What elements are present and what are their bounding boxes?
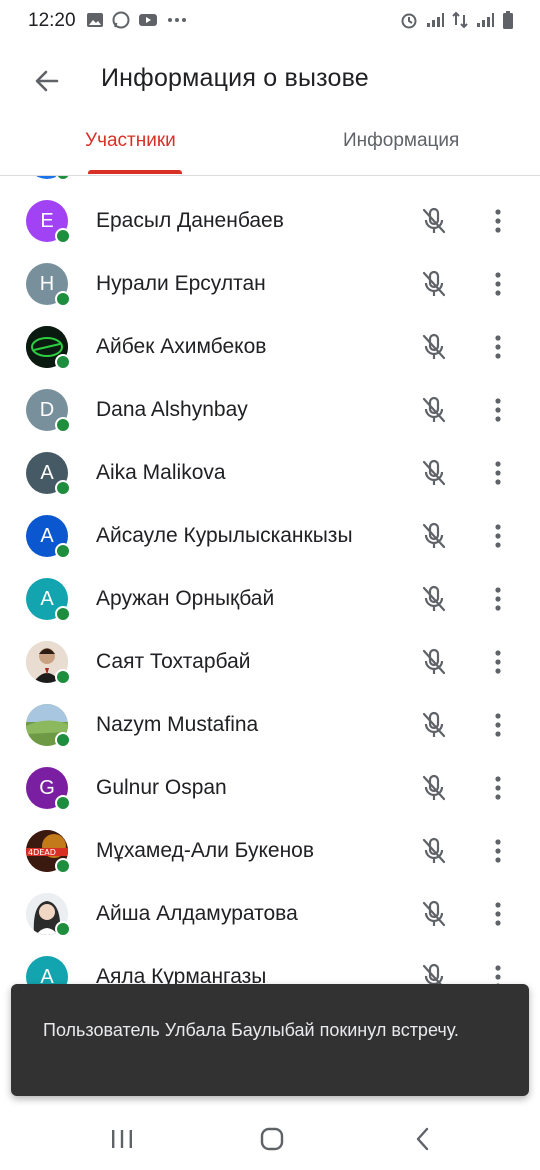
online-status-dot <box>55 176 71 181</box>
participant-name: Айсауле Курылысканкызы <box>96 524 353 547</box>
status-time: 12:20 <box>28 10 76 31</box>
back-arrow-icon[interactable] <box>32 66 62 96</box>
participant-row[interactable]: Айша Алдамуратова <box>0 893 540 956</box>
more-options-icon[interactable] <box>486 837 510 865</box>
signal-2-icon <box>477 13 494 27</box>
navigation-bar <box>0 1106 540 1170</box>
signal-icon <box>427 13 444 27</box>
page-title: Информация о вызове <box>101 64 369 92</box>
back-nav-icon[interactable] <box>408 1126 438 1152</box>
more-notifications-icon <box>168 18 186 22</box>
online-status-dot <box>55 669 71 685</box>
online-status-dot <box>55 921 71 937</box>
more-options-icon[interactable] <box>486 396 510 424</box>
active-tab-indicator <box>88 170 182 174</box>
participant-name: Aika Malikova <box>96 461 226 484</box>
participant-name: Gulnur Ospan <box>96 776 227 799</box>
participant-name: Nazym Mustafina <box>96 713 259 736</box>
mic-off-icon[interactable] <box>421 774 447 802</box>
mic-off-icon[interactable] <box>421 459 447 487</box>
online-status-dot <box>55 795 71 811</box>
app-bar: Информация о вызове <box>0 42 540 118</box>
online-status-dot <box>55 732 71 748</box>
participant-row[interactable]: Саят Тохтарбай <box>0 641 540 704</box>
participant-name: Ерасыл Даненбаев <box>96 209 284 232</box>
more-options-icon[interactable] <box>486 207 510 235</box>
online-status-dot <box>55 354 71 370</box>
more-options-icon[interactable] <box>486 585 510 613</box>
more-options-icon[interactable] <box>486 648 510 676</box>
mic-off-icon[interactable] <box>421 837 447 865</box>
participant-row[interactable]: Nazym Mustafina <box>0 704 540 767</box>
mic-off-icon[interactable] <box>421 585 447 613</box>
participant-name: Dana Alshynbay <box>96 398 248 421</box>
participant-name: Мұхамед-Али Букенов <box>96 839 315 862</box>
svg-text:4DEAD: 4DEAD <box>28 848 56 857</box>
participant-name: Саят Тохтарбай <box>96 650 251 673</box>
status-bar: 12:20 <box>0 0 540 42</box>
youtube-icon <box>139 14 157 26</box>
home-icon[interactable] <box>257 1126 287 1152</box>
mic-off-icon[interactable] <box>421 900 447 928</box>
participant-name: Айша Алдамуратова <box>96 902 298 925</box>
online-status-dot <box>55 858 71 874</box>
participant-row[interactable]: А Аружан Орнықбай <box>0 578 540 641</box>
more-options-icon[interactable] <box>486 774 510 802</box>
alarm-icon <box>401 13 417 29</box>
snackbar-message: Пользователь Улбала Баулыбай покинул вст… <box>43 1020 459 1040</box>
system-icons <box>400 11 514 29</box>
mic-off-icon[interactable] <box>421 207 447 235</box>
participant-name: Нурали Ерсултан <box>96 272 266 295</box>
tab-participants[interactable]: Участники <box>85 130 176 152</box>
more-options-icon[interactable] <box>486 459 510 487</box>
more-options-icon[interactable] <box>486 711 510 739</box>
recent-apps-icon[interactable] <box>107 1126 137 1152</box>
online-status-dot <box>55 228 71 244</box>
online-status-dot <box>55 543 71 559</box>
more-options-icon[interactable] <box>486 270 510 298</box>
mic-off-icon[interactable] <box>421 522 447 550</box>
battery-icon <box>503 11 513 29</box>
snackbar: Пользователь Улбала Баулыбай покинул вст… <box>11 984 529 1096</box>
participant-name: Аружан Орнықбай <box>96 587 275 610</box>
participant-row[interactable]: G Gulnur Ospan <box>0 767 540 830</box>
gallery-icon <box>87 13 103 27</box>
notification-icons <box>86 11 188 29</box>
participant-row[interactable]: D Dana Alshynbay <box>0 389 540 452</box>
online-status-dot <box>55 291 71 307</box>
participant-row[interactable]: Айбек Ахимбеков <box>0 326 540 389</box>
participant-row[interactable]: A Aika Malikova <box>0 452 540 515</box>
more-options-icon[interactable] <box>486 333 510 361</box>
mic-off-icon[interactable] <box>421 270 447 298</box>
mic-off-icon[interactable] <box>421 711 447 739</box>
mic-off-icon[interactable] <box>421 333 447 361</box>
participant-name: Айбек Ахимбеков <box>96 335 267 358</box>
tab-information[interactable]: Информация <box>343 130 459 152</box>
participant-row[interactable] <box>0 176 540 200</box>
participant-row[interactable]: Е Ерасыл Даненбаев <box>0 200 540 263</box>
mic-off-icon[interactable] <box>421 648 447 676</box>
more-options-icon[interactable] <box>486 522 510 550</box>
online-status-dot <box>55 606 71 622</box>
participant-row[interactable]: Н Нурали Ерсултан <box>0 263 540 326</box>
online-status-dot <box>55 480 71 496</box>
tab-bar: Участники Информация <box>0 118 540 176</box>
participant-list[interactable]: Е Ерасыл Даненбаев Н Нурали Ерсултан Айбек А… <box>0 176 540 1106</box>
online-status-dot <box>55 417 71 433</box>
participant-row[interactable]: А Айсауле Курылысканкызы <box>0 515 540 578</box>
data-transfer-icon <box>452 11 468 29</box>
whatsapp-icon <box>112 11 130 29</box>
more-options-icon[interactable] <box>486 900 510 928</box>
participant-row[interactable]: 4DEAD Мұхамед-Али Букенов <box>0 830 540 893</box>
mic-off-icon[interactable] <box>421 396 447 424</box>
